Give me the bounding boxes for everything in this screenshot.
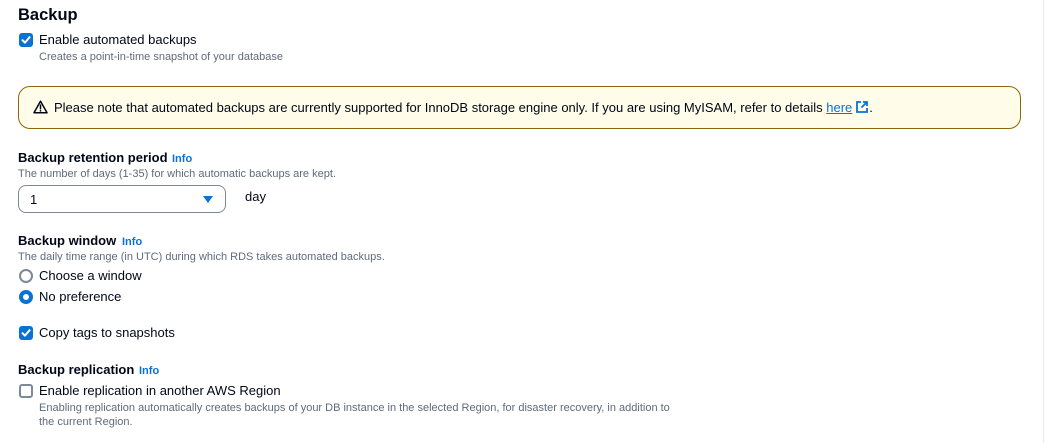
alert-details-link[interactable]: here — [826, 100, 869, 115]
alert-text: Please note that automated backups are c… — [54, 100, 827, 115]
backup-window-info-link[interactable]: Info — [122, 235, 142, 249]
no-preference-radio[interactable] — [19, 290, 33, 304]
choose-window-radio[interactable] — [19, 269, 33, 283]
alert-link-text[interactable]: here — [826, 100, 852, 115]
copy-tags-label[interactable]: Copy tags to snapshots — [39, 325, 175, 341]
retention-period-label: Backup retention period — [18, 150, 168, 165]
retention-period-select[interactable]: 1 — [18, 185, 226, 213]
checkmark-icon — [21, 36, 31, 44]
section-title: Backup — [18, 6, 78, 24]
retention-selected-value: 1 — [30, 192, 38, 207]
copy-tags-checkbox[interactable] — [19, 326, 33, 340]
alert-after-link: . — [869, 100, 873, 115]
caret-down-icon — [203, 196, 213, 203]
external-link-icon[interactable] — [855, 100, 869, 114]
automated-backups-description: Creates a point-in-time snapshot of your… — [39, 51, 283, 63]
innodb-warning-alert: Please note that automated backups are c… — [18, 86, 1021, 129]
choose-window-label[interactable]: Choose a window — [39, 268, 142, 284]
alert-message: Please note that automated backups are c… — [54, 100, 873, 116]
retention-info-link[interactable]: Info — [172, 152, 192, 166]
replication-checkbox-label[interactable]: Enable replication in another AWS Region — [39, 383, 281, 399]
checkmark-icon — [21, 329, 31, 337]
backup-replication-label: Backup replication — [18, 362, 135, 377]
retention-unit: day — [245, 189, 266, 204]
replication-description-line1: Enabling replication automatically creat… — [39, 402, 670, 414]
backup-window-description: The daily time range (in UTC) during whi… — [18, 251, 385, 263]
retention-description: The number of days (1-35) for which auto… — [18, 168, 336, 180]
no-preference-label[interactable]: No preference — [39, 289, 121, 305]
replication-description-line2: the current Region. — [39, 416, 133, 428]
backup-replication-info-link[interactable]: Info — [139, 364, 159, 378]
warning-icon — [33, 100, 48, 114]
automated-backups-label[interactable]: Enable automated backups — [39, 32, 197, 48]
panel-right-border — [1043, 0, 1044, 443]
backup-window-label: Backup window — [18, 233, 117, 248]
replication-checkbox[interactable] — [19, 384, 33, 398]
automated-backups-checkbox[interactable] — [19, 33, 33, 47]
